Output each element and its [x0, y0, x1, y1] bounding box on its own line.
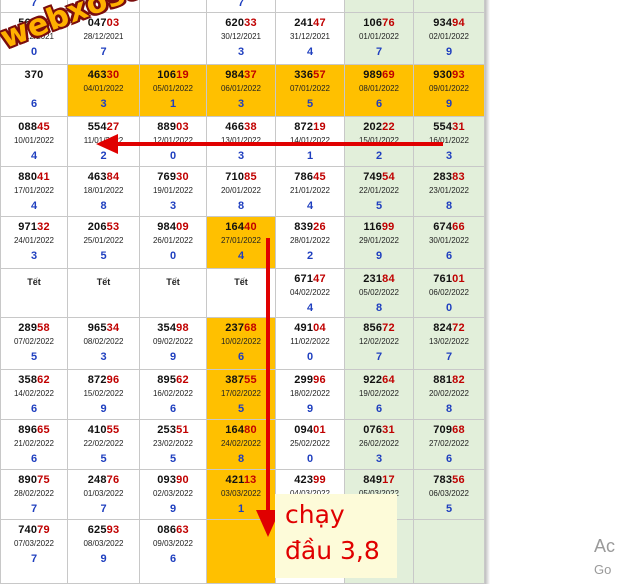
annotation-box: chạy đầu 3,8 — [275, 494, 397, 578]
horizontal-arrowhead — [96, 134, 118, 154]
activate-windows-line-1: Ac — [594, 536, 616, 556]
annotation-line-2: đầu 3,8 — [285, 536, 380, 565]
annotation-line-1: chạy — [285, 500, 345, 529]
activate-windows-line-2: Go — [594, 562, 612, 577]
